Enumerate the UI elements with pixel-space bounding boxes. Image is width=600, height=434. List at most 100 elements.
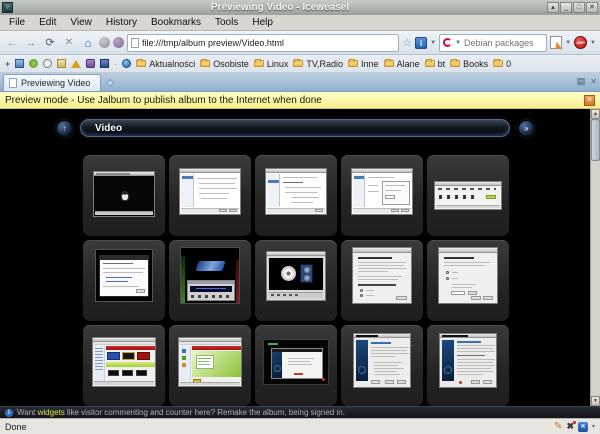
notification-message: Preview mode - Use Jalbum to publish alb…: [5, 95, 584, 106]
purple-bookmarklet-icon[interactable]: [86, 59, 95, 68]
thumbnail-installer-wizard-1[interactable]: [341, 325, 423, 406]
compose-icon[interactable]: [550, 36, 562, 49]
location-bar[interactable]: [127, 34, 399, 52]
image-bookmarklet-icon[interactable]: [15, 59, 24, 68]
page-scrollbar[interactable]: ▲ ▼: [590, 109, 600, 406]
thumbnail-image: [93, 171, 155, 217]
bookmark-star-icon[interactable]: ☆: [402, 34, 412, 52]
stop-icon[interactable]: ✕: [61, 33, 77, 53]
debian-search-engine-icon[interactable]: [443, 38, 452, 47]
menu-view[interactable]: View: [63, 15, 99, 30]
bookmark-folder-aktualnosci[interactable]: Aktualności: [136, 59, 195, 69]
widgets-message: Want widgets like visitor commenting and…: [17, 408, 345, 417]
extension-blue-icon[interactable]: i: [415, 37, 427, 49]
thumbnail-dark-dialog[interactable]: [83, 240, 165, 321]
thumbnail-wizard-welcome[interactable]: [341, 240, 423, 321]
site-favicon: [131, 38, 139, 48]
url-input[interactable]: [142, 38, 395, 48]
bookmark-folder-inne[interactable]: Inne: [348, 59, 379, 69]
list-all-tabs-icon[interactable]: ▤: [577, 76, 586, 87]
save-bookmarklet-icon[interactable]: [100, 59, 109, 68]
location-dropdown-icon[interactable]: ▼: [430, 40, 436, 46]
search-input[interactable]: [464, 38, 543, 48]
close-tab-icon[interactable]: ✕: [590, 77, 597, 86]
bookmark-label: TV,Radio: [306, 59, 343, 69]
globe-icon[interactable]: [122, 59, 131, 68]
thumbnail-image: [434, 181, 502, 210]
shade-button[interactable]: ▴: [547, 2, 559, 13]
adblock-plus-icon[interactable]: ABP: [574, 36, 587, 49]
menu-edit[interactable]: Edit: [32, 15, 63, 30]
bookmark-label: Inne: [361, 59, 379, 69]
menu-bookmarks[interactable]: Bookmarks: [144, 15, 208, 30]
thumbnail-installer-welcome[interactable]: [255, 325, 337, 406]
extension-icon-2[interactable]: [113, 37, 124, 48]
back-icon[interactable]: ←: [4, 33, 20, 53]
bookmark-label: Osobiste: [213, 59, 249, 69]
reload-icon[interactable]: ⟳: [42, 33, 58, 53]
extension-icon-1[interactable]: [99, 37, 110, 48]
widgets-link[interactable]: widgets: [38, 408, 65, 417]
close-button[interactable]: ✕: [586, 2, 598, 13]
bookmark-folder-alane[interactable]: Alane: [384, 59, 420, 69]
scrollbar-thumb[interactable]: [591, 119, 600, 161]
green-bookmarklet-icon[interactable]: [29, 59, 38, 68]
thumbnail-image: [178, 337, 242, 387]
tab-previewing-video[interactable]: Previewing Video: [3, 74, 101, 91]
pencil-extension-icon[interactable]: ✎: [554, 421, 562, 432]
bookmark-folder-tvradio[interactable]: TV,Radio: [293, 59, 343, 69]
search-engine-dropdown-icon[interactable]: ▼: [455, 40, 461, 46]
minimize-button[interactable]: _: [560, 2, 572, 13]
thumbnail-preferences-dialog[interactable]: [341, 155, 423, 236]
thumbnail-image: [352, 247, 412, 304]
menu-history[interactable]: History: [99, 15, 144, 30]
bookmark-folder-osobiste[interactable]: Osobiste: [200, 59, 249, 69]
thumbnail-audio-toolbar[interactable]: [427, 155, 509, 236]
new-tab-button[interactable]: [106, 79, 114, 87]
thumbnail-image: [92, 337, 156, 387]
scroll-up-icon[interactable]: ▲: [591, 109, 600, 119]
noscript-icon[interactable]: ✖: [566, 421, 574, 432]
bookmark-folder-bt[interactable]: bt: [425, 59, 446, 69]
thumbnail-website-videos[interactable]: [83, 325, 165, 406]
thumbnail-preferences-2[interactable]: [255, 155, 337, 236]
thumbnail-image: [439, 333, 497, 388]
album-next-button[interactable]: »: [518, 120, 535, 137]
delta-bookmarklet-icon[interactable]: [71, 60, 81, 68]
bookmark-label: bt: [438, 59, 446, 69]
search-bar[interactable]: ▼: [439, 34, 547, 52]
compose-dropdown-icon[interactable]: ▼: [565, 40, 571, 46]
maximize-button[interactable]: □: [573, 2, 585, 13]
menu-file[interactable]: File: [2, 15, 32, 30]
bookmark-label: Aktualności: [149, 59, 195, 69]
home-icon[interactable]: ⌂: [80, 33, 96, 53]
thumbnail-preferences-1[interactable]: [169, 155, 251, 236]
bookmark-folder-linux[interactable]: Linux: [254, 59, 289, 69]
thumbnail-installer-wizard-2[interactable]: [427, 325, 509, 406]
info-icon: i: [5, 409, 13, 417]
mail-bookmarklet-icon[interactable]: [57, 59, 66, 68]
menu-help[interactable]: Help: [245, 15, 280, 30]
clock-icon[interactable]: [43, 59, 52, 68]
forward-icon[interactable]: →: [23, 33, 39, 53]
bookmark-folder-0[interactable]: 0: [493, 59, 511, 69]
notification-close-icon[interactable]: ✕: [584, 95, 595, 106]
adblock-dropdown-icon[interactable]: ▼: [590, 40, 596, 46]
statusbar-dropdown-icon[interactable]: ▾: [592, 423, 595, 430]
album-up-button[interactable]: ↑: [56, 120, 73, 137]
thumbnail-media-player-tux[interactable]: [83, 155, 165, 236]
thumbnail-wizard-options[interactable]: [427, 240, 509, 321]
thumbnail-website-green[interactable]: [169, 325, 251, 406]
window-menu-icon[interactable]: ▿: [2, 2, 13, 13]
add-bookmark-icon[interactable]: +: [5, 59, 10, 69]
scroll-down-icon[interactable]: ▼: [591, 396, 600, 406]
thumbnail-image: [351, 168, 413, 215]
thumbnail-cd-player[interactable]: [255, 240, 337, 321]
tab-label: Previewing Video: [21, 78, 90, 88]
thumbnail-image: [263, 339, 329, 385]
thumbnail-xine-player[interactable]: [169, 240, 251, 321]
menu-tools[interactable]: Tools: [208, 15, 245, 30]
window-titlebar[interactable]: ▿ Previewing Video - Iceweasel ▴ _ □ ✕: [0, 0, 600, 15]
blue-extension-icon[interactable]: ✕: [578, 422, 588, 432]
bookmark-folder-books[interactable]: Books: [450, 59, 488, 69]
